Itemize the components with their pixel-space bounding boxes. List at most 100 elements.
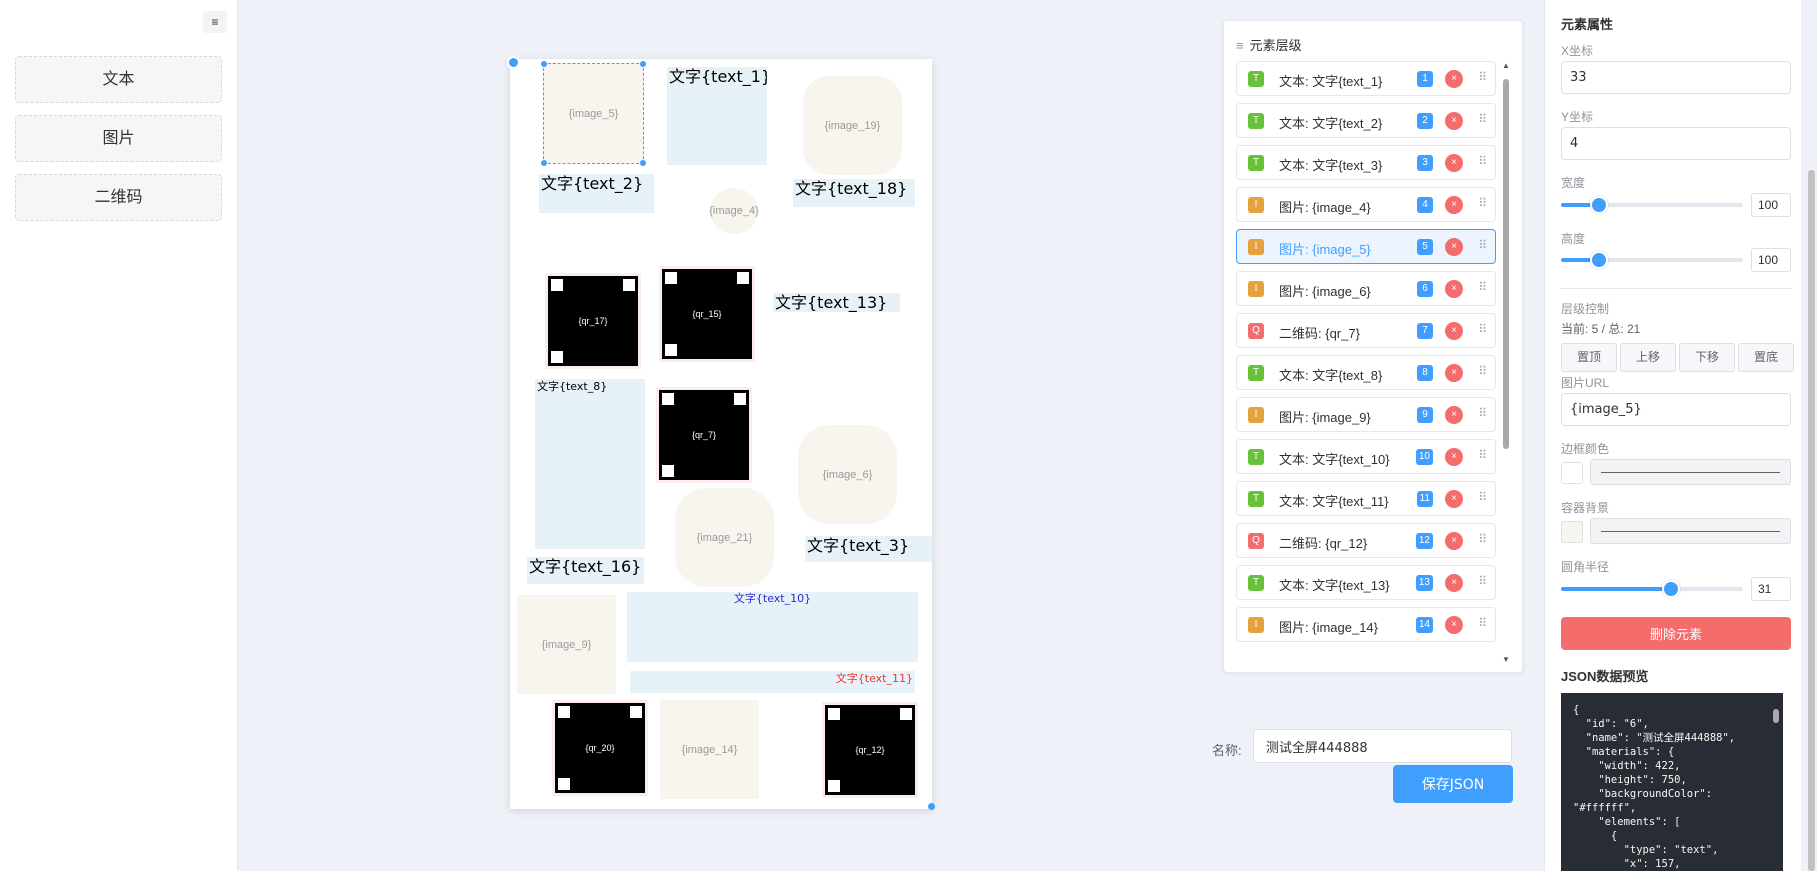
canvas-text-11[interactable]: 文字{text_11}: [630, 671, 915, 693]
drag-handle-icon[interactable]: ⠿: [1478, 112, 1487, 126]
layer-delete-icon[interactable]: ×: [1445, 406, 1463, 424]
layer-delete-icon[interactable]: ×: [1445, 196, 1463, 214]
canvas-image-19[interactable]: {image_19}: [803, 76, 902, 175]
drag-handle-icon[interactable]: ⠿: [1478, 154, 1487, 168]
layer-delete-icon[interactable]: ×: [1445, 574, 1463, 592]
layer-item[interactable]: T 文本: 文字{text_8} 8 × ⠿: [1236, 355, 1496, 390]
layer-item[interactable]: T 文本: 文字{text_13} 13 × ⠿: [1236, 565, 1496, 600]
add-image-button[interactable]: 图片: [15, 115, 222, 162]
canvas-qr-17[interactable]: {qr_17}: [545, 273, 641, 369]
json-preview[interactable]: { "id": "6", "name": "测试全屏444888", "mate…: [1561, 693, 1783, 871]
image-url-input[interactable]: [1561, 393, 1791, 426]
layer-item[interactable]: Q 二维码: {qr_7} 7 × ⠿: [1236, 313, 1496, 348]
drag-handle-icon[interactable]: ⠿: [1478, 280, 1487, 294]
height-slider-knob[interactable]: [1590, 251, 1608, 269]
drag-handle-icon[interactable]: ⠿: [1478, 448, 1487, 462]
layer-item[interactable]: I 图片: {image_9} 9 × ⠿: [1236, 397, 1496, 432]
layer-item[interactable]: T 文本: 文字{text_11} 11 × ⠿: [1236, 481, 1496, 516]
canvas-text-18[interactable]: 文字{text_18}: [793, 179, 915, 207]
send-to-back-button[interactable]: 置底: [1738, 343, 1794, 372]
canvas-rotate-handle-icon[interactable]: [507, 56, 520, 69]
canvas-text-10[interactable]: 文字{text_10}: [627, 592, 918, 662]
layer-item[interactable]: I 图片: {image_5} 5 × ⠿: [1236, 229, 1496, 264]
drag-handle-icon[interactable]: ⠿: [1478, 322, 1487, 336]
layer-delete-icon[interactable]: ×: [1445, 112, 1463, 130]
canvas-image-14[interactable]: {image_14}: [660, 700, 759, 799]
canvas-text-8[interactable]: 文字{text_8}: [535, 379, 645, 549]
save-json-button[interactable]: 保存JSON: [1393, 765, 1513, 803]
drag-handle-icon[interactable]: ⠿: [1478, 70, 1487, 84]
layer-delete-icon[interactable]: ×: [1445, 70, 1463, 88]
layer-item[interactable]: I 图片: {image_6} 6 × ⠿: [1236, 271, 1496, 306]
scrollbar-thumb[interactable]: [1503, 79, 1509, 449]
y-input[interactable]: [1561, 127, 1791, 160]
scroll-down-icon[interactable]: ▼: [1502, 655, 1510, 664]
name-input[interactable]: [1253, 729, 1512, 763]
drag-handle-icon[interactable]: ⠿: [1478, 616, 1487, 630]
json-scrollbar[interactable]: [1773, 709, 1779, 723]
delete-element-button[interactable]: 删除元素: [1561, 617, 1791, 650]
layer-delete-icon[interactable]: ×: [1445, 280, 1463, 298]
radius-slider-knob[interactable]: [1662, 580, 1680, 598]
radius-number[interactable]: 31: [1751, 577, 1791, 601]
canvas-qr-15[interactable]: {qr_15}: [659, 266, 755, 362]
scroll-up-icon[interactable]: ▲: [1502, 61, 1510, 70]
canvas-image-6[interactable]: {image_6}: [798, 425, 897, 524]
design-canvas[interactable]: {image_5} 文字{text_1} {image_19} 文字{text_…: [507, 56, 935, 810]
x-input[interactable]: [1561, 61, 1791, 94]
layer-list[interactable]: T 文本: 文字{text_1} 1 × ⠿ T 文本: 文字{text_2} 2 × ⠿ T 文本:…: [1236, 61, 1496, 666]
layer-delete-icon[interactable]: ×: [1445, 364, 1463, 382]
resize-handle-br[interactable]: [640, 160, 646, 166]
layer-delete-icon[interactable]: ×: [1445, 238, 1463, 256]
drag-handle-icon[interactable]: ⠿: [1478, 490, 1487, 504]
height-number[interactable]: 100: [1751, 248, 1791, 272]
canvas-qr-12[interactable]: {qr_12}: [822, 702, 918, 798]
container-bg-picker[interactable]: [1590, 518, 1791, 544]
resize-handle-bl[interactable]: [541, 160, 547, 166]
canvas-text-13[interactable]: 文字{text_13}: [773, 293, 900, 312]
container-bg-swatch[interactable]: [1561, 521, 1583, 543]
resize-handle-tl[interactable]: [541, 61, 547, 67]
layer-delete-icon[interactable]: ×: [1445, 448, 1463, 466]
canvas-resize-corner-icon[interactable]: [928, 803, 935, 810]
drag-handle-icon[interactable]: ⠿: [1478, 532, 1487, 546]
layer-item[interactable]: T 文本: 文字{text_10} 10 × ⠿: [1236, 439, 1496, 474]
layer-item[interactable]: I 图片: {image_14} 14 × ⠿: [1236, 607, 1496, 642]
canvas-image-21[interactable]: {image_21}: [675, 488, 774, 587]
move-down-button[interactable]: 下移: [1679, 343, 1735, 372]
layer-delete-icon[interactable]: ×: [1445, 490, 1463, 508]
border-color-swatch[interactable]: [1561, 462, 1583, 484]
layer-item[interactable]: T 文本: 文字{text_1} 1 × ⠿: [1236, 61, 1496, 96]
layer-item[interactable]: I 图片: {image_4} 4 × ⠿: [1236, 187, 1496, 222]
layer-item[interactable]: T 文本: 文字{text_3} 3 × ⠿: [1236, 145, 1496, 180]
page-scrollbar[interactable]: [1808, 170, 1815, 871]
drag-handle-icon[interactable]: ⠿: [1478, 406, 1487, 420]
canvas-image-9[interactable]: {image_9}: [517, 595, 616, 694]
drag-handle-icon[interactable]: ⠿: [1478, 364, 1487, 378]
canvas-text-3[interactable]: 文字{text_3}: [805, 536, 932, 562]
height-slider[interactable]: [1561, 251, 1743, 269]
width-slider-knob[interactable]: [1590, 196, 1608, 214]
menu-icon[interactable]: ≡: [203, 11, 227, 33]
move-up-button[interactable]: 上移: [1620, 343, 1676, 372]
bring-to-front-button[interactable]: 置顶: [1561, 343, 1617, 372]
canvas-text-2[interactable]: 文字{text_2}: [539, 174, 654, 213]
drag-handle-icon[interactable]: ⠿: [1478, 574, 1487, 588]
canvas-image-5[interactable]: {image_5}: [541, 61, 646, 166]
layer-delete-icon[interactable]: ×: [1445, 532, 1463, 550]
drag-handle-icon[interactable]: ⠿: [1478, 238, 1487, 252]
resize-handle-tr[interactable]: [640, 61, 646, 67]
layer-item[interactable]: Q 二维码: {qr_12} 12 × ⠿: [1236, 523, 1496, 558]
canvas-image-4[interactable]: {image_4}: [709, 188, 759, 234]
width-slider[interactable]: [1561, 196, 1743, 214]
layer-delete-icon[interactable]: ×: [1445, 616, 1463, 634]
layer-delete-icon[interactable]: ×: [1445, 322, 1463, 340]
radius-slider[interactable]: [1561, 580, 1743, 598]
border-color-picker[interactable]: [1590, 459, 1791, 485]
drag-handle-icon[interactable]: ⠿: [1478, 196, 1487, 210]
layer-scrollbar[interactable]: ▲ ▼: [1500, 61, 1512, 666]
add-text-button[interactable]: 文本: [15, 56, 222, 103]
canvas-text-1[interactable]: 文字{text_1}: [667, 67, 767, 165]
canvas-text-16[interactable]: 文字{text_16}: [527, 557, 644, 584]
width-number[interactable]: 100: [1751, 193, 1791, 217]
